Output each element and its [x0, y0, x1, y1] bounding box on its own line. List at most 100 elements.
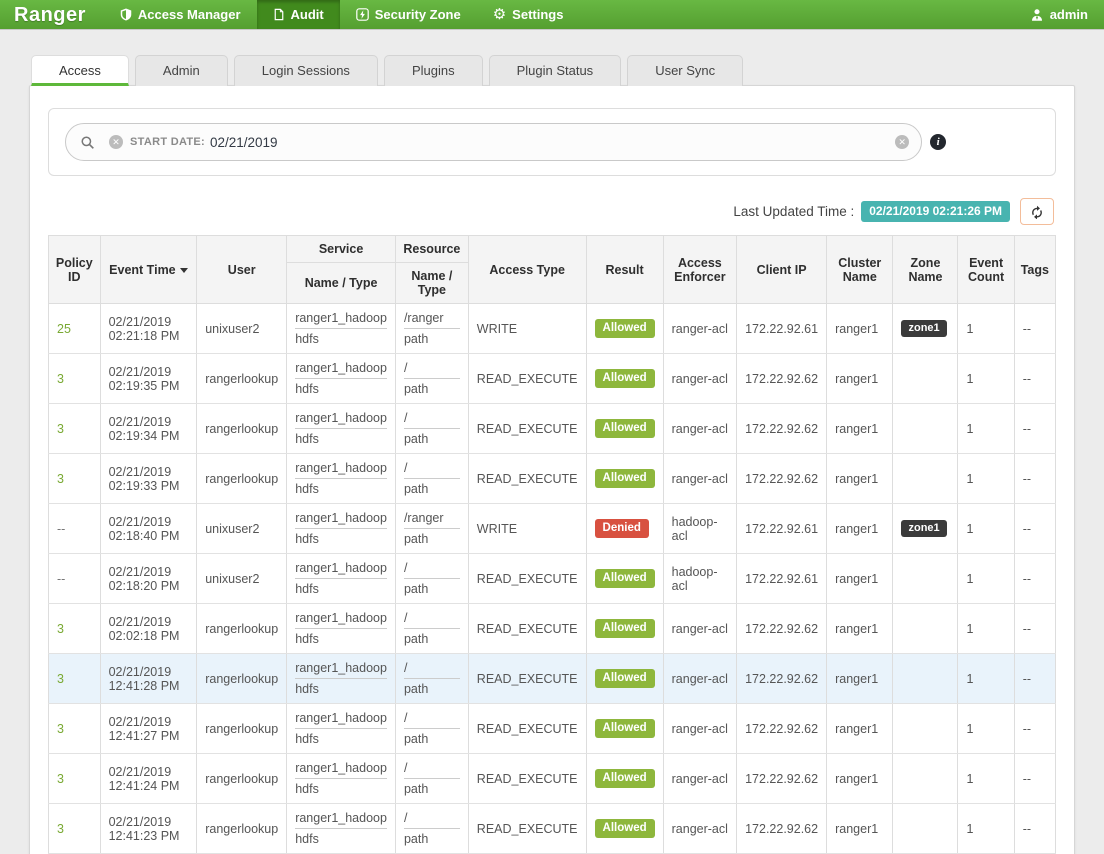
policy-id-link[interactable]: 25 [57, 322, 71, 336]
cell-tags: -- [1014, 454, 1055, 504]
filter-tag-remove-icon[interactable]: ✕ [109, 135, 123, 149]
cell-tags: -- [1014, 804, 1055, 854]
cell-event-count: 1 [958, 754, 1014, 804]
cell-result: Allowed [586, 804, 663, 854]
cell-access-type: READ_EXECUTE [468, 354, 586, 404]
nav-item-settings[interactable]: ⚙ Settings [477, 0, 580, 29]
cell-user: rangerlookup [197, 404, 287, 454]
search-clear-icon[interactable]: ✕ [895, 135, 909, 149]
cell-resource: /rangerpath [395, 504, 468, 554]
result-badge: Allowed [595, 719, 655, 739]
cell-event-count: 1 [958, 304, 1014, 354]
policy-id-link[interactable]: 3 [57, 822, 64, 836]
col-header-event-time[interactable]: Event Time [100, 236, 197, 304]
cell-service: ranger1_hadoophdfs [287, 404, 396, 454]
cell-tags: -- [1014, 604, 1055, 654]
cell-result: Allowed [586, 654, 663, 704]
cell-policy-id: 3 [49, 354, 101, 404]
cell-user: rangerlookup [197, 804, 287, 854]
policy-id-link[interactable]: 3 [57, 722, 64, 736]
cell-user: rangerlookup [197, 654, 287, 704]
tab-plugins[interactable]: Plugins [384, 55, 483, 86]
access-audit-panel: ✕ START DATE: 02/21/2019 ✕ i Last Update… [29, 85, 1075, 854]
cell-result: Allowed [586, 754, 663, 804]
cell-resource: /rangerpath [395, 304, 468, 354]
cell-policy-id: 25 [49, 304, 101, 354]
cell-client-ip: 172.22.92.61 [737, 554, 827, 604]
policy-id-link[interactable]: 3 [57, 372, 64, 386]
cell-zone-name [893, 654, 958, 704]
cell-client-ip: 172.22.92.62 [737, 354, 827, 404]
last-updated-row: Last Updated Time : 02/21/2019 02:21:26 … [50, 198, 1054, 225]
cell-event-count: 1 [958, 454, 1014, 504]
user-icon [1030, 8, 1044, 22]
search-container: ✕ START DATE: 02/21/2019 ✕ i [48, 108, 1056, 176]
cell-event-time: 02/21/2019 02:19:33 PM [100, 454, 197, 504]
ranger-logo[interactable]: Ranger [0, 0, 104, 29]
nav-item-audit[interactable]: Audit [257, 0, 340, 29]
cell-result: Allowed [586, 304, 663, 354]
cell-service: ranger1_hadoophdfs [287, 304, 396, 354]
cell-resource: /path [395, 654, 468, 704]
policy-id-link[interactable]: 3 [57, 472, 64, 486]
policy-id-link[interactable]: 3 [57, 672, 64, 686]
tab-admin[interactable]: Admin [135, 55, 228, 86]
cell-service: ranger1_hadoophdfs [287, 804, 396, 854]
cell-event-time: 02/21/2019 02:18:40 PM [100, 504, 197, 554]
col-header-zone-name: Zone Name [893, 236, 958, 304]
cell-zone-name [893, 704, 958, 754]
user-name: admin [1050, 7, 1088, 22]
cell-cluster-name: ranger1 [827, 654, 893, 704]
cell-cluster-name: ranger1 [827, 354, 893, 404]
policy-id-link[interactable]: 3 [57, 622, 64, 636]
result-badge: Allowed [595, 769, 655, 789]
cell-policy-id: -- [49, 504, 101, 554]
cell-tags: -- [1014, 304, 1055, 354]
tab-user-sync[interactable]: User Sync [627, 55, 743, 86]
cell-policy-id: -- [49, 554, 101, 604]
policy-id-link[interactable]: 3 [57, 422, 64, 436]
cell-service: ranger1_hadoophdfs [287, 654, 396, 704]
cell-cluster-name: ranger1 [827, 704, 893, 754]
search-input[interactable]: ✕ START DATE: 02/21/2019 ✕ [65, 123, 922, 161]
table-row: 302/21/2019 12:41:28 PMrangerlookuprange… [49, 654, 1056, 704]
tab-access[interactable]: Access [31, 55, 129, 86]
cell-access-type: READ_EXECUTE [468, 754, 586, 804]
refresh-button[interactable] [1020, 198, 1054, 225]
cell-result: Allowed [586, 704, 663, 754]
cell-event-time: 02/21/2019 12:41:24 PM [100, 754, 197, 804]
result-badge: Allowed [595, 369, 655, 389]
cell-access-enforcer: ranger-acl [663, 754, 736, 804]
cell-policy-id: 3 [49, 754, 101, 804]
cell-policy-id: 3 [49, 804, 101, 854]
info-icon[interactable]: i [930, 134, 946, 150]
cell-access-enforcer: ranger-acl [663, 604, 736, 654]
tab-plugin-status[interactable]: Plugin Status [489, 55, 622, 86]
cell-cluster-name: ranger1 [827, 454, 893, 504]
tab-login-sessions[interactable]: Login Sessions [234, 55, 378, 86]
nav-item-access-manager[interactable]: Access Manager [104, 0, 257, 29]
cell-result: Allowed [586, 354, 663, 404]
cell-policy-id: 3 [49, 654, 101, 704]
table-row: 302/21/2019 12:41:27 PMrangerlookuprange… [49, 704, 1056, 754]
cell-resource: /path [395, 354, 468, 404]
table-row: 302/21/2019 12:41:24 PMrangerlookuprange… [49, 754, 1056, 804]
last-updated-label: Last Updated Time : [733, 204, 854, 219]
cell-tags: -- [1014, 354, 1055, 404]
cell-access-type: READ_EXECUTE [468, 804, 586, 854]
result-badge: Allowed [595, 819, 655, 839]
policy-id-link[interactable]: 3 [57, 772, 64, 786]
nav-item-label: Access Manager [138, 7, 241, 22]
user-menu[interactable]: admin [1030, 7, 1088, 22]
cell-event-time: 02/21/2019 12:41:28 PM [100, 654, 197, 704]
cell-user: rangerlookup [197, 604, 287, 654]
cell-policy-id: 3 [49, 604, 101, 654]
cell-event-count: 1 [958, 354, 1014, 404]
nav-item-security-zone[interactable]: Security Zone [340, 0, 477, 29]
cell-cluster-name: ranger1 [827, 604, 893, 654]
cell-access-type: READ_EXECUTE [468, 604, 586, 654]
cell-service: ranger1_hadoophdfs [287, 504, 396, 554]
cell-zone-name [893, 554, 958, 604]
cell-user: unixuser2 [197, 554, 287, 604]
cell-resource: /path [395, 454, 468, 504]
